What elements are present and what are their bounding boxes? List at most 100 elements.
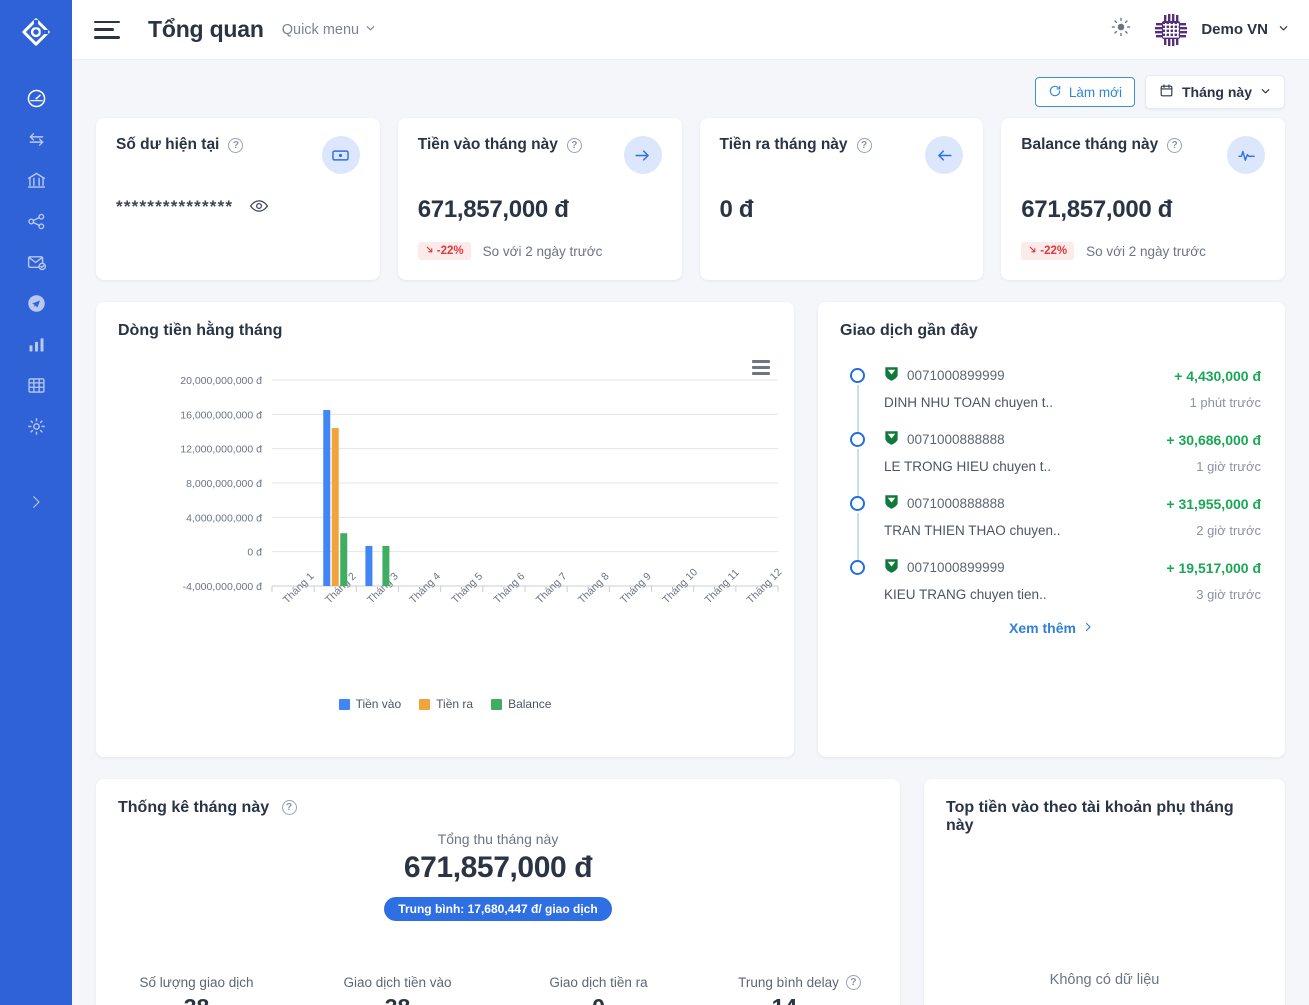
- recent-transactions-panel: Giao dịch gần đây 0071000899999+ 4,430,0…: [818, 302, 1285, 757]
- eye-icon[interactable]: [249, 196, 269, 216]
- kpi-number: 38: [184, 994, 210, 1005]
- transaction-time: 1 phút trước: [1190, 395, 1261, 410]
- card-title-text: Tiền vào tháng này: [418, 136, 558, 154]
- sidebar-item-settings[interactable]: [0, 406, 72, 447]
- transaction-footer: KIEU TRANG chuyen tien..3 giờ trước: [884, 587, 1261, 602]
- masked-balance-row: ***************: [116, 196, 360, 216]
- svg-text:8,000,000,000 đ: 8,000,000,000 đ: [186, 478, 262, 490]
- transaction-account: 0071000888888: [884, 430, 1005, 449]
- sidebar: [0, 0, 72, 1005]
- sidebar-item-telegram[interactable]: [0, 283, 72, 324]
- svg-text:Tháng 6: Tháng 6: [492, 570, 528, 606]
- svg-text:0 đ: 0 đ: [247, 547, 262, 559]
- transaction-row[interactable]: 0071000888888+ 31,955,000 đ TRAN THIEN TH…: [842, 494, 1261, 538]
- logo-icon: [21, 17, 51, 47]
- transaction-header: 0071000888888+ 31,955,000 đ: [884, 494, 1261, 513]
- kpi-label: Giao dịch tiền vào: [297, 975, 498, 990]
- card-value: 671,857,000 đ: [418, 196, 662, 224]
- quick-menu-dropdown[interactable]: Quick menu: [282, 22, 376, 38]
- gauge-icon: [26, 88, 47, 109]
- refresh-icon: [1048, 84, 1062, 101]
- chart-title: Dòng tiền hằng tháng: [96, 302, 794, 340]
- timeline-dot: [850, 496, 865, 511]
- transaction-description: TRAN THIEN THAO chuyen..: [884, 523, 1061, 538]
- transaction-description: DINH NHU TOAN chuyen t..: [884, 395, 1053, 410]
- help-icon[interactable]: ?: [1167, 138, 1182, 153]
- delta-value: -22%: [437, 245, 464, 257]
- legend-swatch: [491, 699, 502, 710]
- svg-text:12,000,000,000 đ: 12,000,000,000 đ: [180, 444, 262, 456]
- card-money-out: Tiền ra tháng này ? 0 đ: [700, 118, 984, 280]
- refresh-button[interactable]: Làm mới: [1035, 77, 1135, 107]
- activity-pulse-icon: [1227, 136, 1265, 174]
- transaction-row[interactable]: 0071000888888+ 30,686,000 đLE TRONG HIEU…: [842, 430, 1261, 474]
- svg-text:Tháng 4: Tháng 4: [407, 570, 443, 606]
- card-value: 0 đ: [720, 196, 964, 224]
- timeline-connector: [857, 513, 859, 560]
- svg-text:-4,000,000,000 đ: -4,000,000,000 đ: [183, 581, 263, 593]
- sidebar-expand-button[interactable]: [0, 481, 72, 522]
- sidebar-item-dashboard[interactable]: [0, 78, 72, 119]
- quick-menu-label: Quick menu: [282, 22, 359, 38]
- legend-item-1[interactable]: Tiền vào: [339, 697, 402, 711]
- svg-text:Tháng 8: Tháng 8: [576, 570, 612, 606]
- kpi-value: 14 giây: [699, 994, 900, 1005]
- timeline-connector: [857, 385, 859, 432]
- user-name: Demo VN: [1201, 21, 1268, 38]
- top-subaccounts-panel: Top tiền vào theo tài khoản phụ tháng nà…: [924, 779, 1285, 1005]
- cashflow-chart[interactable]: 20,000,000,000 đ16,000,000,000 đ12,000,0…: [96, 364, 794, 704]
- transaction-account: 0071000899999: [884, 366, 1005, 385]
- gear-icon: [26, 416, 47, 437]
- help-icon[interactable]: ?: [567, 138, 582, 153]
- bottom-row: Thống kê tháng này ? Tổng thu tháng này …: [96, 779, 1285, 1005]
- user-menu[interactable]: Demo VN: [1151, 10, 1289, 50]
- mail-check-icon: [26, 252, 47, 273]
- account-number: 0071000899999: [907, 560, 1005, 575]
- delta-description: So với 2 ngày trước: [483, 244, 603, 259]
- help-icon[interactable]: ?: [228, 138, 243, 153]
- legend-item-2[interactable]: Tiền ra: [419, 697, 473, 711]
- legend-label: Tiền vào: [356, 697, 402, 711]
- middle-row: Dòng tiền hằng tháng 20,000,000,000 đ16,…: [96, 302, 1285, 757]
- kpi-row: Số lượng giao dịch 38 Giao dịch tiền vào 38…: [96, 975, 900, 1005]
- help-icon[interactable]: ?: [857, 138, 872, 153]
- card-delta-row: -22% So với 2 ngày trước: [418, 242, 662, 260]
- sidebar-item-transactions[interactable]: [0, 119, 72, 160]
- user-avatar: [1151, 10, 1191, 50]
- calendar-icon: [1159, 83, 1174, 101]
- statistics-title: Thống kê tháng này ?: [96, 779, 900, 817]
- transaction-row[interactable]: 0071000899999+ 19,517,000 đKIEU TRANG ch…: [842, 558, 1261, 602]
- help-icon[interactable]: ?: [282, 800, 297, 815]
- kpi-item: Giao dịch tiền ra0: [498, 975, 699, 1005]
- sidebar-item-reports[interactable]: [0, 324, 72, 365]
- theme-toggle-button[interactable]: [1107, 16, 1135, 44]
- card-delta-row: -22% So với 2 ngày trước: [1021, 242, 1265, 260]
- see-more-button[interactable]: Xem thêm: [818, 620, 1285, 636]
- card-title-text: Balance tháng này: [1021, 136, 1158, 154]
- help-icon[interactable]: ?: [846, 975, 861, 990]
- sidebar-item-share[interactable]: [0, 201, 72, 242]
- kpi-label-text: Trung bình delay: [738, 975, 839, 990]
- card-title: Tiền ra tháng này ?: [720, 136, 872, 154]
- transaction-row[interactable]: 0071000899999+ 4,430,000 đDINH NHU TOAN …: [842, 366, 1261, 410]
- vietcombank-shield-icon: [884, 494, 899, 513]
- average-per-transaction-badge: Trung bình: 17,680,447 đ/ giao dịch: [384, 897, 611, 921]
- svg-text:20,000,000,000 đ: 20,000,000,000 đ: [180, 375, 262, 387]
- kpi-label-text: Số lượng giao dịch: [140, 975, 254, 990]
- card-title: Balance tháng này ?: [1021, 136, 1182, 154]
- kpi-label: Giao dịch tiền ra: [498, 975, 699, 990]
- transaction-footer: TRAN THIEN THAO chuyen..2 giờ trước: [884, 523, 1261, 538]
- hamburger-icon[interactable]: [94, 21, 120, 39]
- card-balance-month: Balance tháng này ? 671,857,000 đ: [1001, 118, 1285, 280]
- sidebar-item-tables[interactable]: [0, 365, 72, 406]
- kpi-item: Số lượng giao dịch 38: [96, 975, 297, 1005]
- period-selector[interactable]: Tháng này: [1145, 75, 1285, 109]
- app-logo[interactable]: [0, 0, 72, 64]
- sidebar-item-banks[interactable]: [0, 160, 72, 201]
- masked-balance-value: ***************: [116, 198, 233, 215]
- svg-text:Tháng 1: Tháng 1: [281, 570, 317, 606]
- legend-item-3[interactable]: Balance: [491, 697, 551, 711]
- kpi-label-text: Giao dịch tiền vào: [343, 975, 451, 990]
- sidebar-item-mail[interactable]: [0, 242, 72, 283]
- kpi-label-text: Giao dịch tiền ra: [549, 975, 647, 990]
